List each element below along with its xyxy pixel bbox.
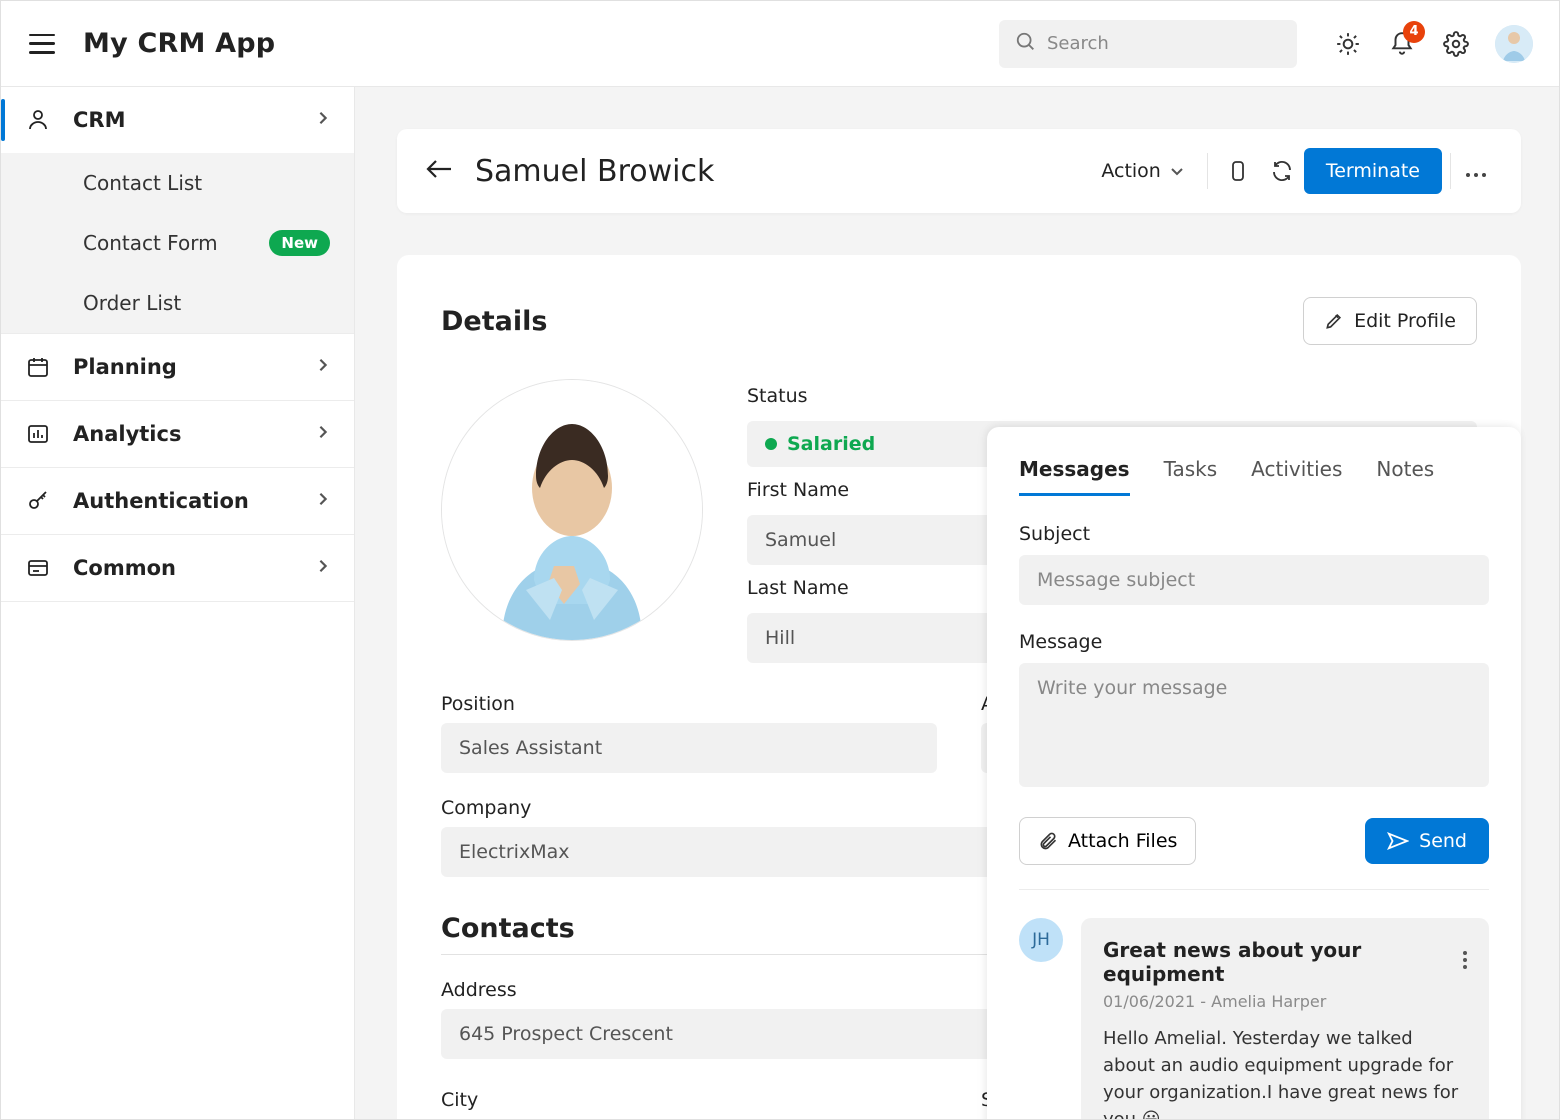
card-icon: [25, 555, 51, 581]
edit-profile-button[interactable]: Edit Profile: [1303, 297, 1477, 345]
new-badge: New: [269, 230, 330, 256]
message-meta: 01/06/2021 - Amelia Harper: [1103, 992, 1467, 1011]
panel-tabs: Messages Tasks Activities Notes: [1019, 457, 1489, 497]
nav-item-authentication[interactable]: Authentication: [1, 468, 354, 534]
subject-field[interactable]: [1019, 555, 1489, 605]
contact-avatar: [441, 379, 703, 641]
position-label: Position: [441, 693, 937, 715]
city-label: City: [441, 1089, 937, 1111]
action-label: Action: [1101, 160, 1161, 182]
chevron-down-icon: [1169, 163, 1185, 179]
search-icon: [1015, 31, 1037, 57]
chevron-right-icon: [316, 425, 330, 443]
search-input[interactable]: [1047, 33, 1281, 54]
page-header: Samuel Browick Action Terminate: [397, 129, 1521, 213]
nav-item-analytics[interactable]: Analytics: [1, 401, 354, 467]
chart-icon: [25, 421, 51, 447]
refresh-button[interactable]: [1260, 149, 1304, 193]
paperclip-icon: [1038, 831, 1058, 851]
nav-label: Authentication: [73, 489, 316, 513]
sub-item-order-list[interactable]: Order List: [1, 273, 354, 333]
chevron-right-icon: [316, 492, 330, 510]
sub-item-contact-form[interactable]: Contact Form New: [1, 213, 354, 273]
chevron-right-icon: [316, 559, 330, 577]
chevron-right-icon: [316, 111, 330, 129]
subject-input[interactable]: [1019, 555, 1489, 605]
nav-item-crm[interactable]: CRM: [1, 87, 354, 153]
message-textarea[interactable]: [1019, 663, 1489, 783]
nav-label: Analytics: [73, 422, 316, 446]
calendar-icon: [25, 354, 51, 380]
nav-label: Common: [73, 556, 316, 580]
sub-label: Order List: [83, 291, 330, 315]
sub-item-contact-list[interactable]: Contact List: [1, 153, 354, 213]
messages-panel: Messages Tasks Activities Notes Subject …: [987, 427, 1521, 1119]
message-avatar: JH: [1019, 918, 1063, 962]
chevron-right-icon: [316, 358, 330, 376]
menu-toggle[interactable]: [29, 34, 55, 54]
nav-item-common[interactable]: Common: [1, 535, 354, 601]
nav-label: Planning: [73, 355, 316, 379]
message-field[interactable]: [1019, 663, 1489, 787]
terminate-button[interactable]: Terminate: [1304, 148, 1442, 194]
key-icon: [25, 488, 51, 514]
attach-label: Attach Files: [1068, 830, 1177, 852]
person-icon: [25, 107, 51, 133]
sub-label: Contact List: [83, 171, 330, 195]
edit-label: Edit Profile: [1354, 310, 1456, 332]
notification-badge: 4: [1403, 21, 1425, 43]
nav-item-planning[interactable]: Planning: [1, 334, 354, 400]
subject-label: Subject: [1019, 523, 1489, 545]
sub-label: Contact Form: [83, 231, 269, 255]
nav-label: CRM: [73, 108, 316, 132]
page-title: Samuel Browick: [475, 154, 1087, 189]
user-avatar[interactable]: [1495, 25, 1533, 63]
action-dropdown[interactable]: Action: [1087, 160, 1199, 182]
more-menu[interactable]: [1459, 159, 1493, 184]
tab-messages[interactable]: Messages: [1019, 457, 1130, 496]
send-button[interactable]: Send: [1365, 818, 1489, 864]
message-text: Hello Amelial. Yesterday we talked about…: [1103, 1025, 1467, 1119]
message-label: Message: [1019, 631, 1489, 653]
notifications-button[interactable]: 4: [1387, 29, 1417, 59]
sidebar: CRM Contact List Contact Form New Order …: [1, 87, 355, 1119]
tab-notes[interactable]: Notes: [1376, 457, 1434, 496]
theme-toggle[interactable]: [1333, 29, 1363, 59]
tab-tasks[interactable]: Tasks: [1164, 457, 1218, 496]
message-subject: Great news about your equipment: [1103, 938, 1455, 986]
message-item: JH Great news about your equipment 01/06…: [1019, 918, 1489, 1119]
back-button[interactable]: [425, 159, 453, 183]
app-title: My CRM App: [83, 28, 275, 59]
settings-button[interactable]: [1441, 29, 1471, 59]
status-value: Salaried: [787, 433, 875, 455]
attach-files-button[interactable]: Attach Files: [1019, 817, 1196, 865]
send-label: Send: [1419, 830, 1467, 852]
message-menu[interactable]: [1463, 951, 1467, 973]
copy-button[interactable]: [1216, 149, 1260, 193]
send-icon: [1387, 831, 1409, 851]
pencil-icon: [1324, 311, 1344, 331]
details-title: Details: [441, 306, 547, 337]
position-value: Sales Assistant: [441, 723, 937, 773]
status-dot-icon: [765, 438, 777, 450]
status-label: Status: [747, 385, 1477, 407]
tab-activities[interactable]: Activities: [1251, 457, 1342, 496]
search-box[interactable]: [999, 20, 1297, 68]
